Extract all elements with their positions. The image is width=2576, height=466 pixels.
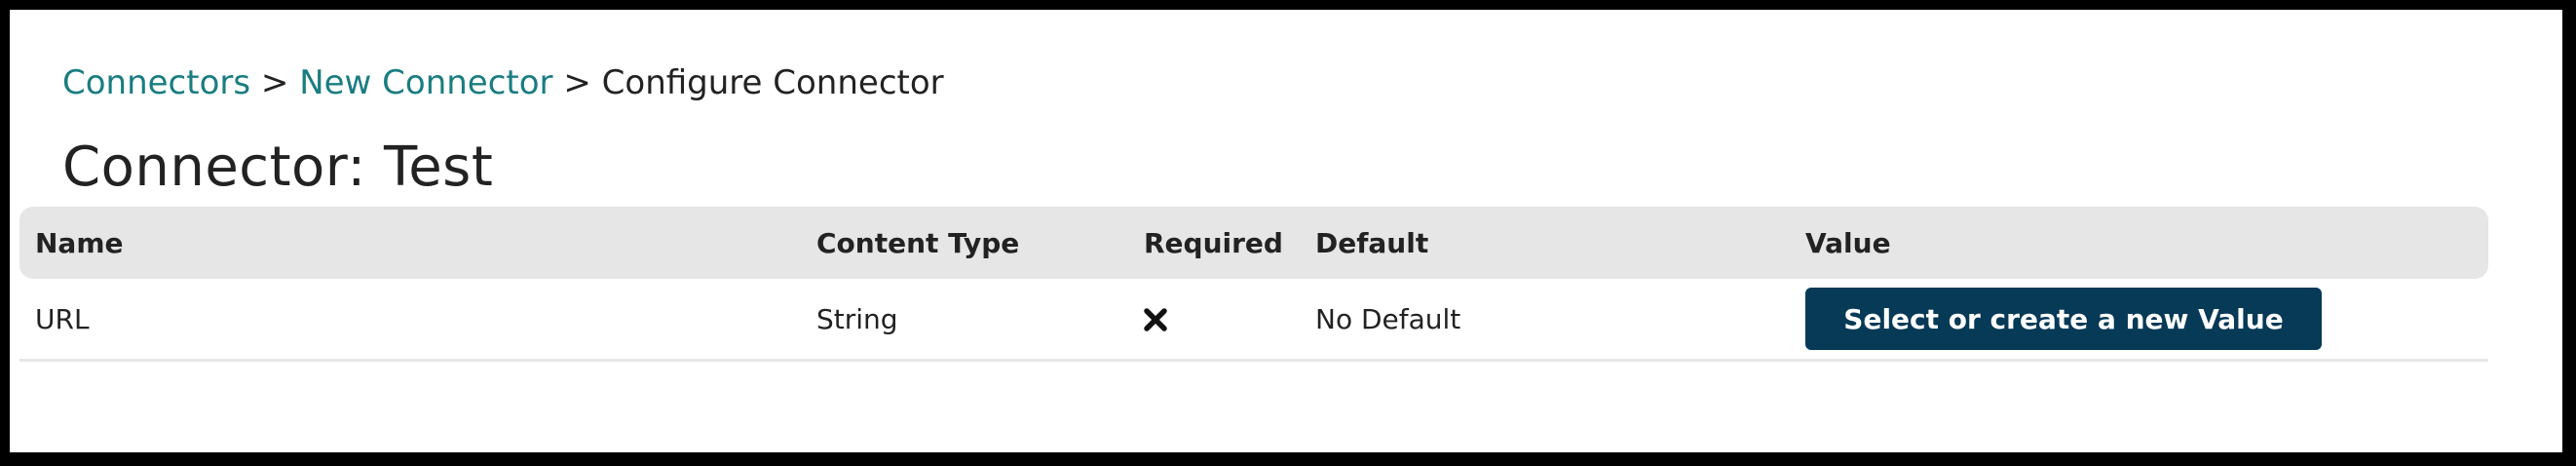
cell-name: URL	[19, 279, 801, 362]
cell-default: No Default	[1300, 279, 1790, 362]
breadcrumb-connectors-link[interactable]: Connectors	[62, 63, 250, 102]
cell-value: Select or create a new Value	[1790, 279, 2488, 362]
page-title: Connector: Test	[62, 136, 494, 199]
breadcrumb: Connectors > New Connector > Configure C…	[62, 58, 2541, 107]
connector-config-table: Name Content Type Required Default Value…	[19, 207, 2488, 362]
table-header-row: Name Content Type Required Default Value	[19, 207, 2488, 279]
column-header-value: Value	[1790, 207, 2488, 279]
column-header-content-type: Content Type	[801, 207, 1128, 279]
cell-content-type: String	[801, 279, 1128, 362]
breadcrumb-new-connector-link[interactable]: New Connector	[299, 63, 552, 102]
select-or-create-value-button[interactable]: Select or create a new Value	[1805, 288, 2322, 350]
breadcrumb-separator: >	[563, 63, 591, 102]
cross-icon	[1144, 306, 1167, 331]
column-header-default: Default	[1300, 207, 1790, 279]
cell-required	[1128, 279, 1300, 362]
page-content: Connectors > New Connector > Configure C…	[62, 58, 2541, 205]
window-frame: Connectors > New Connector > Configure C…	[0, 0, 2576, 466]
table-row: URL String No Default Select or create a…	[19, 279, 2488, 362]
column-header-name: Name	[19, 207, 801, 279]
column-header-required: Required	[1128, 207, 1300, 279]
breadcrumb-separator: >	[260, 63, 289, 102]
breadcrumb-current: Configure Connector	[601, 63, 944, 102]
